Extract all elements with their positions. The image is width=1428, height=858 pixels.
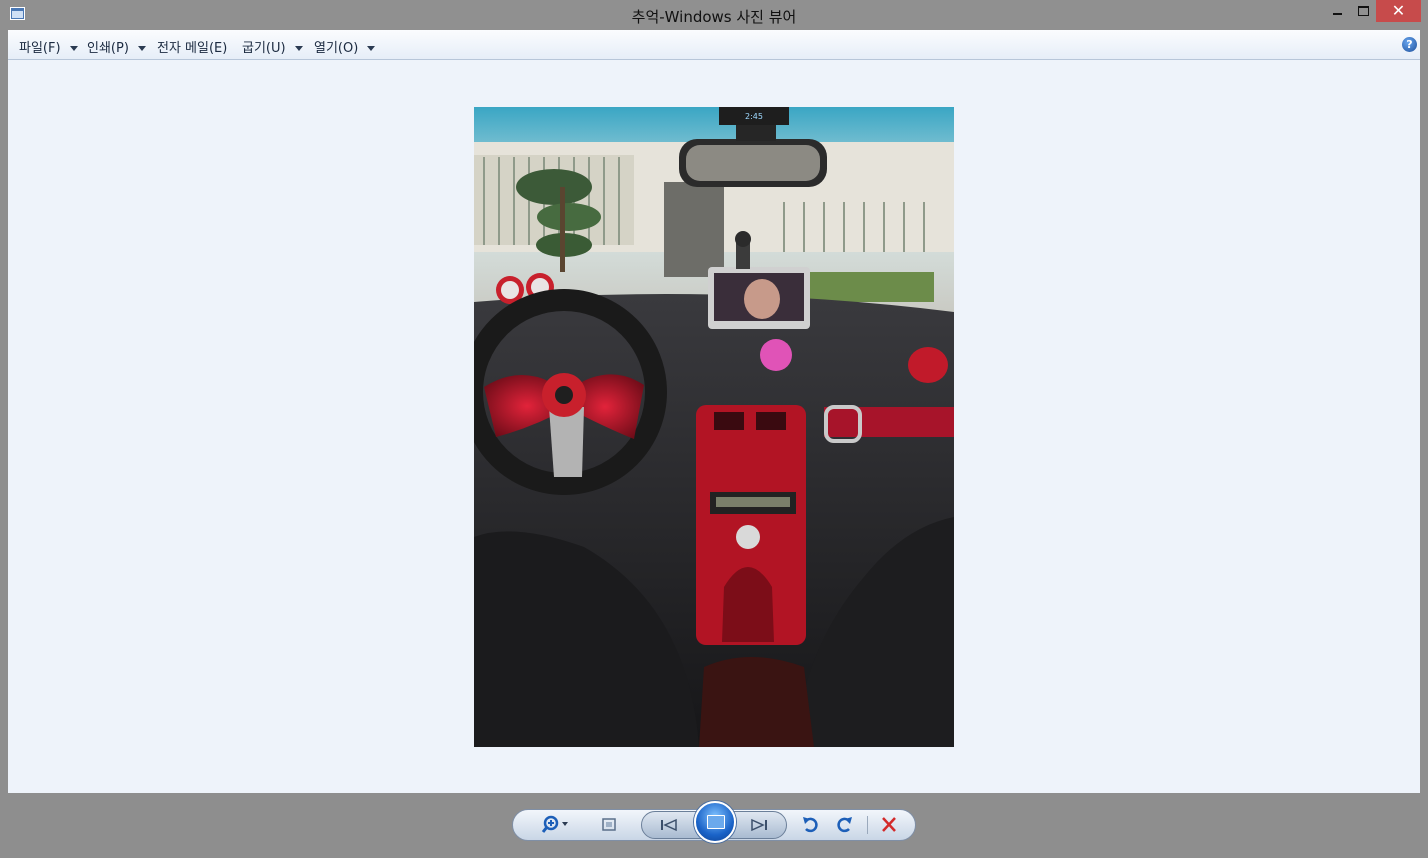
menu-burn[interactable]: 굽기(U) (242, 37, 303, 56)
minimize-icon (1332, 13, 1342, 15)
slideshow-button[interactable] (694, 801, 736, 843)
rotate-counterclockwise-icon (803, 817, 818, 833)
zoom-button[interactable] (539, 810, 573, 840)
window-frame: 추억-Windows 사진 뷰어 ✕ 파일(F) 인쇄(P) 전자 메일(E) … (0, 0, 1428, 858)
delete-icon (882, 817, 896, 832)
delete-button[interactable] (877, 810, 901, 840)
menu-open[interactable]: 열기(O) (314, 37, 376, 56)
zoom-icon (541, 815, 568, 833)
photo-illustration: 2:45 (474, 107, 954, 747)
maximize-icon (1357, 6, 1369, 16)
title-bar[interactable]: 추억-Windows 사진 뷰어 ✕ (0, 0, 1428, 30)
menu-email-label: 전자 메일(E) (157, 41, 228, 56)
help-icon[interactable]: ? (1402, 37, 1417, 52)
menu-email[interactable]: 전자 메일(E) (157, 37, 227, 56)
window-title: 추억-Windows 사진 뷰어 (631, 8, 797, 26)
rotate-clockwise-icon (837, 817, 852, 833)
close-button[interactable]: ✕ (1376, 0, 1421, 22)
car-interior-photo: 2:45 (474, 107, 954, 747)
menu-print[interactable]: 인쇄(P) (87, 37, 146, 56)
menu-file[interactable]: 파일(F) (19, 37, 78, 56)
svg-text:2:45: 2:45 (745, 112, 763, 121)
menu-file-label: 파일(F) (19, 41, 61, 56)
rotate-left-button[interactable] (799, 810, 823, 840)
menu-bar: 파일(F) 인쇄(P) 전자 메일(E) 굽기(U) 열기(O) ? (8, 30, 1420, 60)
rotate-right-button[interactable] (832, 810, 856, 840)
actual-size-icon (602, 818, 616, 831)
menu-burn-label: 굽기(U) (242, 41, 286, 56)
chevron-down-icon (294, 46, 303, 51)
chevron-down-icon (69, 46, 78, 51)
chevron-down-icon (137, 46, 146, 51)
next-icon (751, 818, 767, 832)
next-button[interactable] (742, 811, 778, 841)
close-icon: ✕ (1391, 1, 1406, 20)
chevron-down-icon (367, 46, 376, 51)
maximize-button[interactable] (1350, 0, 1376, 22)
actual-size-button[interactable] (597, 810, 621, 840)
menu-open-label: 열기(O) (314, 41, 359, 56)
slideshow-icon (707, 815, 725, 829)
minimize-button[interactable] (1324, 0, 1350, 22)
previous-button[interactable] (652, 811, 688, 841)
toolbar-divider (867, 816, 868, 834)
menu-print-label: 인쇄(P) (87, 41, 129, 56)
image-viewing-area[interactable]: 2:45 (8, 60, 1420, 793)
previous-icon (661, 818, 677, 832)
